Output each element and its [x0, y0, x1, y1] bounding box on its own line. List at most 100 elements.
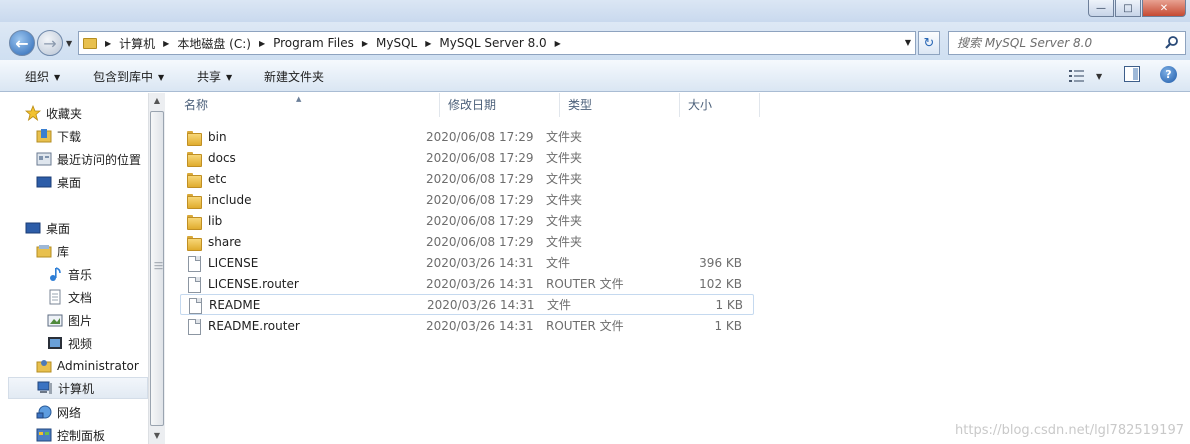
chevron-right-icon[interactable]: ▶ — [362, 39, 368, 48]
chevron-right-icon[interactable]: ▶ — [555, 39, 561, 48]
file-name-cell[interactable]: README.router — [180, 318, 426, 335]
file-name: lib — [208, 213, 223, 228]
file-type-cell: 文件夹 — [546, 235, 583, 249]
file-type-cell: 文件 — [547, 298, 572, 312]
desktop-icon — [25, 220, 41, 236]
file-row[interactable]: README.router 2020/03/26 14:31 ROUTER 文件 1 … — [180, 315, 754, 336]
file-size-cell: 1 KB — [715, 297, 743, 312]
file-name: share — [208, 234, 242, 249]
column-header-row: 名称 ▲ 修改日期 类型 大小 — [166, 93, 760, 117]
file-size-cell: 102 KB — [699, 276, 742, 291]
file-name: docs — [208, 150, 236, 165]
file-row[interactable]: README 2020/03/26 14:31 文件 1 KB — [180, 294, 754, 315]
music-icon — [47, 266, 63, 282]
file-row[interactable]: etc 2020/06/08 17:29 文件夹 — [180, 168, 754, 189]
file-name-cell[interactable]: bin — [180, 129, 426, 146]
minimize-button[interactable]: — — [1088, 0, 1114, 17]
file-row[interactable]: LICENSE 2020/03/26 14:31 文件 396 KB — [180, 252, 754, 273]
maximize-button[interactable]: □ — [1115, 0, 1141, 17]
file-row[interactable]: docs 2020/06/08 17:29 文件夹 — [180, 147, 754, 168]
file-type-cell: ROUTER 文件 — [546, 319, 624, 333]
help-icon[interactable]: ? — [1160, 66, 1177, 83]
file-name: include — [208, 192, 252, 207]
file-date-cell: 2020/03/26 14:31 — [426, 255, 534, 270]
column-header-date[interactable]: 修改日期 — [440, 93, 560, 117]
star-icon — [24, 104, 42, 122]
user-folder-icon — [36, 358, 52, 374]
column-header-name[interactable]: 名称 ▲ — [166, 93, 440, 117]
refresh-button[interactable]: ↻ — [918, 31, 940, 55]
search-input[interactable] — [949, 32, 1159, 54]
file-type-cell: 文件夹 — [546, 214, 583, 228]
command-bar: 组织 ▼ 包含到库中 ▼ 共享 ▼ 新建文件夹 ▼ ? — [0, 60, 1190, 92]
breadcrumb-mysql-server[interactable]: MySQL Server 8.0 — [439, 36, 546, 50]
file-name-cell[interactable]: LICENSE — [180, 255, 426, 272]
file-date-cell: 2020/03/26 14:31 — [426, 276, 534, 291]
file-date-cell: 2020/03/26 14:31 — [426, 318, 534, 333]
file-row[interactable]: bin 2020/06/08 17:29 文件夹 — [180, 126, 754, 147]
scroll-up-icon[interactable]: ▲ — [149, 93, 165, 109]
navigation-scrollbar[interactable]: ▲ — — — ▼ — [148, 93, 165, 444]
file-name-cell[interactable]: lib — [180, 213, 426, 230]
chevron-right-icon[interactable]: ▶ — [425, 39, 431, 48]
file-type-cell: 文件夹 — [546, 130, 583, 144]
preview-pane-button[interactable] — [1124, 66, 1140, 82]
file-name: bin — [208, 129, 227, 144]
search-icon[interactable] — [1164, 35, 1180, 51]
folder-icon — [83, 37, 97, 49]
scroll-down-icon[interactable]: ▼ — [149, 428, 165, 444]
window-controls: — □ ✕ — [1088, 0, 1186, 17]
breadcrumb-mysql[interactable]: MySQL — [376, 36, 417, 50]
folder-icon — [186, 192, 202, 209]
file-size-cell: 1 KB — [714, 318, 742, 333]
column-header-size[interactable]: 大小 — [680, 93, 760, 117]
library-icon — [36, 243, 52, 259]
file-name-cell[interactable]: docs — [180, 150, 426, 167]
title-bar: — □ ✕ — [0, 0, 1190, 22]
caret-down-icon: ▼ — [226, 73, 233, 82]
chevron-right-icon[interactable]: ▶ — [259, 39, 265, 48]
file-row[interactable]: share 2020/06/08 17:29 文件夹 — [180, 231, 754, 252]
file-date-cell: 2020/06/08 17:29 — [426, 192, 534, 207]
search-box[interactable] — [948, 31, 1186, 55]
address-history-dropdown[interactable]: ▼ — [905, 38, 911, 47]
include-in-library-menu[interactable]: 包含到库中 ▼ — [93, 68, 164, 85]
file-row[interactable]: lib 2020/06/08 17:29 文件夹 — [180, 210, 754, 231]
recent-pages-dropdown[interactable]: ▼ — [66, 39, 72, 48]
recent-places-icon — [36, 151, 52, 167]
chevron-right-icon[interactable]: ▶ — [105, 39, 111, 48]
address-bar[interactable]: ▶ 计算机 ▶ 本地磁盘 (C:) ▶ Program Files ▶ MySQ… — [78, 31, 916, 55]
close-button[interactable]: ✕ — [1142, 0, 1186, 17]
view-options-icon — [1069, 70, 1084, 82]
nav-computer[interactable]: 计算机 — [8, 377, 148, 399]
folder-icon — [186, 129, 202, 146]
file-name-cell[interactable]: include — [180, 192, 426, 209]
new-folder-button[interactable]: 新建文件夹 — [264, 68, 324, 85]
sort-ascending-icon: ▲ — [296, 95, 302, 103]
file-name-cell[interactable]: etc — [180, 171, 426, 188]
file-date-cell: 2020/03/26 14:31 — [427, 297, 535, 312]
file-type-cell: 文件 — [546, 256, 571, 270]
file-date-cell: 2020/06/08 17:29 — [426, 234, 534, 249]
organize-menu[interactable]: 组织 ▼ — [25, 68, 60, 85]
arrow-left-icon: ← — [15, 33, 29, 53]
desktop-icon — [36, 174, 52, 190]
share-menu[interactable]: 共享 ▼ — [197, 68, 232, 85]
breadcrumb-local-disk[interactable]: 本地磁盘 (C:) — [177, 35, 251, 52]
caret-down-icon[interactable]: ▼ — [1096, 72, 1102, 81]
back-button[interactable]: ← — [9, 30, 35, 56]
file-size-cell: 396 KB — [699, 255, 742, 270]
scrollbar-thumb[interactable]: — — — — [150, 111, 164, 426]
file-name-cell[interactable]: LICENSE.router — [180, 276, 426, 293]
file-icon — [186, 276, 201, 293]
file-name-cell[interactable]: README — [181, 297, 427, 314]
file-name-cell[interactable]: share — [180, 234, 426, 251]
breadcrumb-program-files[interactable]: Program Files — [273, 36, 354, 50]
breadcrumb-computer[interactable]: 计算机 — [119, 35, 155, 52]
change-view-button[interactable]: ▼ — [1068, 66, 1108, 86]
chevron-right-icon[interactable]: ▶ — [163, 39, 169, 48]
forward-button[interactable]: → — [37, 30, 63, 56]
file-row[interactable]: LICENSE.router 2020/03/26 14:31 ROUTER 文件 1… — [180, 273, 754, 294]
column-header-type[interactable]: 类型 — [560, 93, 680, 117]
file-row[interactable]: include 2020/06/08 17:29 文件夹 — [180, 189, 754, 210]
